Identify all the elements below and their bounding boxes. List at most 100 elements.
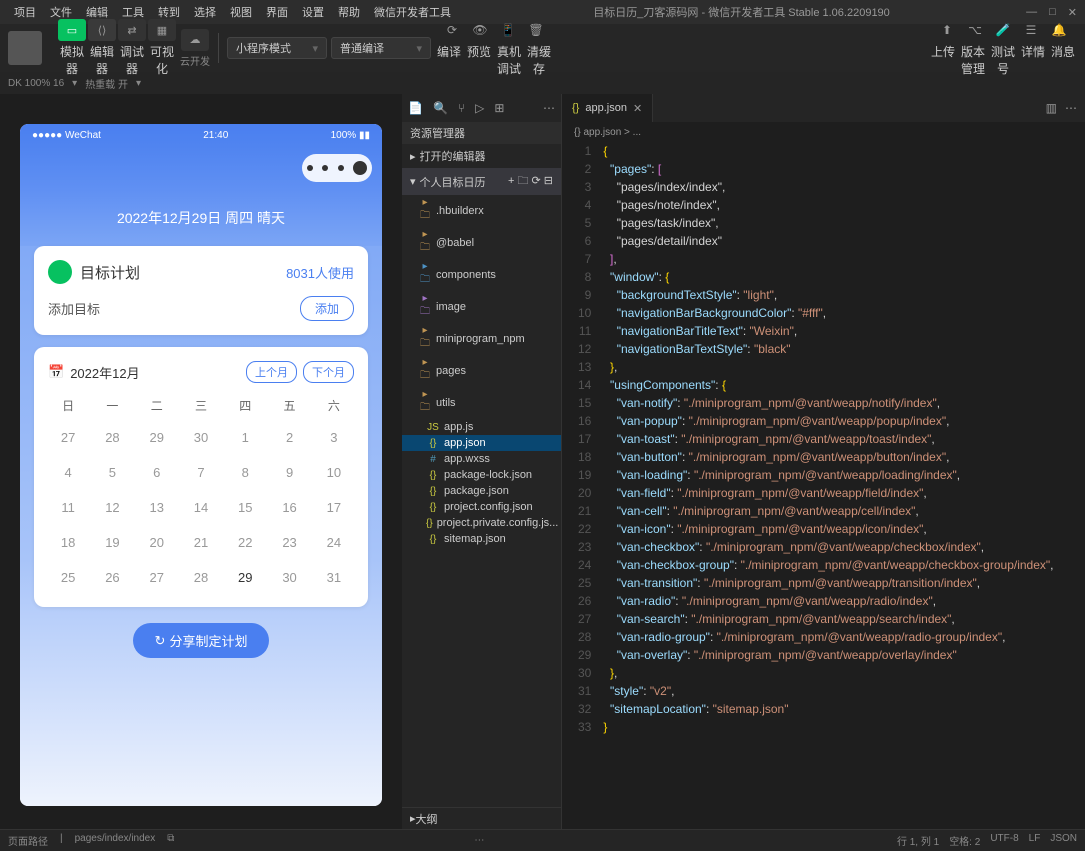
calendar-day[interactable]: 19: [92, 527, 132, 558]
tree-item[interactable]: ▸ 🗀miniprogram_npm: [402, 323, 561, 355]
calendar-day[interactable]: 18: [48, 527, 88, 558]
tree-item[interactable]: ▸ 🗀image: [402, 291, 561, 323]
eol-label[interactable]: LF: [1029, 833, 1041, 848]
calendar-day[interactable]: 5: [92, 457, 132, 488]
tree-item[interactable]: {}project.config.json: [402, 499, 561, 515]
calendar-day[interactable]: 28: [92, 422, 132, 453]
calendar-day[interactable]: 3: [314, 422, 354, 453]
calendar-day[interactable]: 7: [181, 457, 221, 488]
simulator-toggle[interactable]: ▭: [58, 19, 86, 41]
calendar-day[interactable]: 26: [92, 562, 132, 593]
project-section[interactable]: ▾ 个人目标日历 + 🗀 ⟳ ⊟: [402, 168, 561, 195]
page-path-label[interactable]: 页面路径: [8, 833, 48, 848]
hotreload-label[interactable]: 热重载 开: [85, 76, 128, 91]
tree-item[interactable]: {}package-lock.json: [402, 467, 561, 483]
calendar-day[interactable]: 17: [314, 492, 354, 523]
tree-item[interactable]: ▸ 🗀.hbuilderx: [402, 195, 561, 227]
clear-cache-button[interactable]: 🗑: [523, 19, 549, 41]
tree-item[interactable]: {}package.json: [402, 483, 561, 499]
menu-选择[interactable]: 选择: [188, 2, 222, 22]
calendar-day[interactable]: 23: [269, 527, 309, 558]
ext-tab-icon[interactable]: ⊞: [494, 101, 504, 115]
calendar-day[interactable]: 27: [137, 562, 177, 593]
calendar-day[interactable]: 24: [314, 527, 354, 558]
calendar-day[interactable]: 21: [181, 527, 221, 558]
breadcrumb[interactable]: {} app.json > ...: [562, 122, 1085, 142]
messages-button[interactable]: 🔔: [1046, 19, 1072, 41]
cursor-position[interactable]: 行 1, 列 1: [897, 833, 939, 848]
encoding-label[interactable]: UTF-8: [990, 833, 1018, 848]
tree-item[interactable]: JSapp.js: [402, 419, 561, 435]
outline-section[interactable]: ▸ 大纲: [402, 807, 561, 829]
calendar-day[interactable]: 1: [225, 422, 265, 453]
version-button[interactable]: ⌥: [962, 19, 988, 41]
calendar-day[interactable]: 20: [137, 527, 177, 558]
next-month-button[interactable]: 下个月: [303, 361, 354, 383]
compile-button[interactable]: ⟳: [439, 19, 465, 41]
calendar-day[interactable]: 30: [269, 562, 309, 593]
calendar-day[interactable]: 25: [48, 562, 88, 593]
calendar-day[interactable]: 29: [225, 562, 265, 593]
page-path-value[interactable]: pages/index/index: [75, 833, 156, 848]
open-editors-section[interactable]: ▸ 打开的编辑器: [402, 144, 561, 168]
cloud-dev-button[interactable]: ☁: [181, 29, 209, 51]
remote-debug-button[interactable]: 📱: [495, 19, 521, 41]
language-label[interactable]: JSON: [1050, 833, 1077, 848]
calendar-day[interactable]: 12: [92, 492, 132, 523]
mode-dropdown[interactable]: 小程序模式▾: [227, 37, 327, 59]
minimize-icon[interactable]: —: [1026, 6, 1037, 19]
search-tab-icon[interactable]: 🔍: [433, 101, 448, 115]
calendar-day[interactable]: 28: [181, 562, 221, 593]
indent-label[interactable]: 空格: 2: [949, 833, 980, 848]
calendar-day[interactable]: 10: [314, 457, 354, 488]
code-editor[interactable]: 1234567891011121314151617181920212223242…: [562, 142, 1085, 829]
calendar-day[interactable]: 11: [48, 492, 88, 523]
calendar-day[interactable]: 2: [269, 422, 309, 453]
test-button[interactable]: 🧪: [990, 19, 1016, 41]
prev-month-button[interactable]: 上个月: [246, 361, 297, 383]
calendar-day[interactable]: 6: [137, 457, 177, 488]
calendar-day[interactable]: 8: [225, 457, 265, 488]
calendar-day[interactable]: 22: [225, 527, 265, 558]
calendar-day[interactable]: 31: [314, 562, 354, 593]
tree-item[interactable]: ▸ 🗀utils: [402, 387, 561, 419]
debugger-toggle[interactable]: ⇄: [118, 19, 146, 41]
more-icon[interactable]: ⋯: [474, 835, 484, 846]
menu-界面[interactable]: 界面: [260, 2, 294, 22]
device-label[interactable]: DK 100% 16: [8, 78, 64, 89]
upload-button[interactable]: ⬆: [934, 19, 960, 41]
tree-item[interactable]: {}app.json: [402, 435, 561, 451]
tab-close-icon[interactable]: ✕: [633, 102, 642, 115]
menu-项目[interactable]: 项目: [8, 2, 42, 22]
explorer-tab-icon[interactable]: 📄: [408, 101, 423, 115]
tree-item[interactable]: ▸ 🗀pages: [402, 355, 561, 387]
compile-dropdown[interactable]: 普通编译▾: [331, 37, 431, 59]
editor-toggle[interactable]: ⟨⟩: [88, 19, 116, 41]
calendar-day[interactable]: 16: [269, 492, 309, 523]
add-button[interactable]: 添加: [300, 296, 354, 321]
share-button[interactable]: ↻分享制定计划: [133, 623, 270, 658]
more-icon[interactable]: ⋯: [543, 101, 555, 115]
calendar-day[interactable]: 14: [181, 492, 221, 523]
calendar-day[interactable]: 15: [225, 492, 265, 523]
menu-视图[interactable]: 视图: [224, 2, 258, 22]
menu-设置[interactable]: 设置: [296, 2, 330, 22]
tree-item[interactable]: {}sitemap.json: [402, 531, 561, 547]
close-icon[interactable]: ✕: [1068, 6, 1077, 19]
debug-tab-icon[interactable]: ▷: [475, 101, 484, 115]
calendar-day[interactable]: 29: [137, 422, 177, 453]
tree-item[interactable]: ▸ 🗀components: [402, 259, 561, 291]
calendar-day[interactable]: 13: [137, 492, 177, 523]
tree-item[interactable]: ▸ 🗀@babel: [402, 227, 561, 259]
details-button[interactable]: ☰: [1018, 19, 1044, 41]
visual-toggle[interactable]: ▦: [148, 19, 176, 41]
calendar-day[interactable]: 4: [48, 457, 88, 488]
tree-item[interactable]: #app.wxss: [402, 451, 561, 467]
calendar-day[interactable]: 27: [48, 422, 88, 453]
tree-item[interactable]: {}project.private.config.js...: [402, 515, 561, 531]
calendar-day[interactable]: 9: [269, 457, 309, 488]
maximize-icon[interactable]: □: [1049, 6, 1056, 19]
copy-icon[interactable]: ⧉: [167, 833, 174, 848]
git-tab-icon[interactable]: ⑂: [458, 101, 465, 115]
calendar-day[interactable]: 30: [181, 422, 221, 453]
